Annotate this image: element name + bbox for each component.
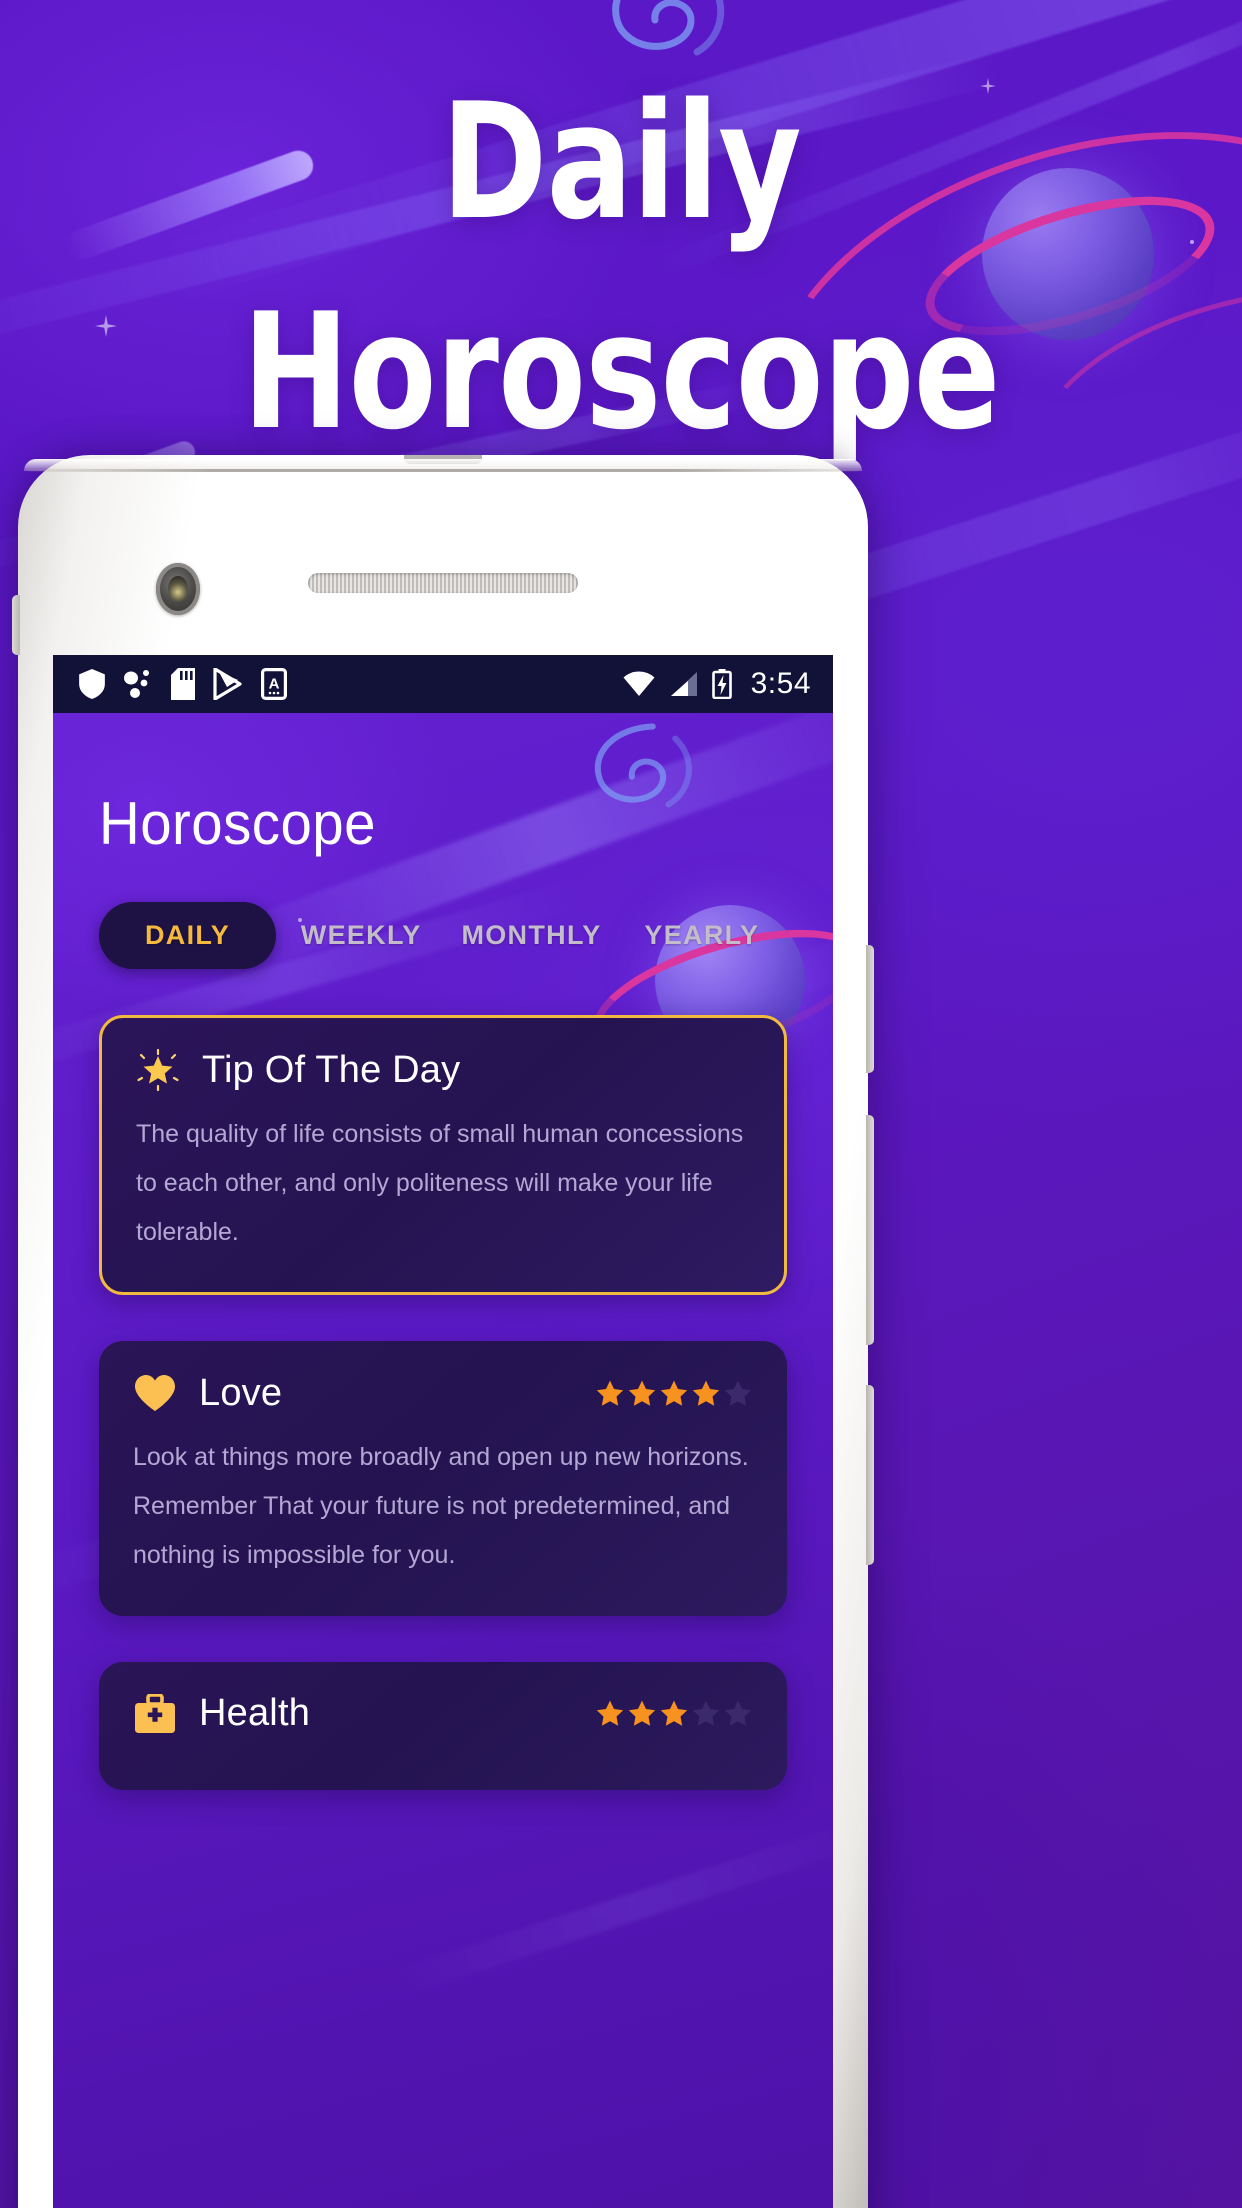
earpiece-speaker [308, 573, 578, 593]
card-title: Health [199, 1692, 311, 1734]
card-tip-of-the-day[interactable]: Tip Of The Day The quality of life consi… [99, 1015, 787, 1296]
star-icon [692, 1380, 720, 1406]
app-content: Horoscope DAILY WEEKLY MONTHLY YEARLY Ti… [53, 713, 833, 2208]
star-icon [596, 1380, 624, 1406]
app-background-streak [381, 1813, 833, 2001]
card-love[interactable]: Love Look at things more broadly and ope… [99, 1341, 787, 1616]
status-bar-right-icons: 3:54 [622, 667, 811, 701]
tab-yearly[interactable]: YEARLY [640, 920, 763, 951]
phone-seam [28, 469, 858, 472]
cellular-signal-icon [670, 672, 697, 696]
headline-line-1: Daily [441, 68, 802, 255]
phone-mockup: A 3:54 Horoscope DAILY WEEKLY MONTHLY YE… [12, 455, 874, 2208]
page-title: Horoscope [99, 790, 376, 857]
star-icon [628, 1380, 656, 1406]
star-icon [724, 1380, 752, 1406]
promo-screenshot: Daily Horoscope A 3:54 Horoscope DAILY W… [0, 0, 1242, 2208]
card-header: Health [133, 1692, 753, 1736]
status-bar-left-icons: A [79, 668, 287, 700]
battery-charging-icon [711, 669, 732, 699]
status-bar-clock: 3:54 [750, 667, 811, 700]
promo-headline: Daily Horoscope [0, 68, 1242, 465]
card-header: Tip Of The Day [136, 1048, 750, 1092]
a-app-icon: A [261, 668, 287, 700]
star-icon [660, 1700, 688, 1726]
galaxy-spiral-icon [612, 0, 725, 56]
star-icon [628, 1700, 656, 1726]
phone-screen: A 3:54 Horoscope DAILY WEEKLY MONTHLY YE… [53, 655, 833, 2208]
card-title: Tip Of The Day [202, 1048, 461, 1091]
volume-up-button[interactable] [866, 945, 874, 1073]
front-camera-icon [156, 563, 200, 615]
bluetooth-dots-icon [124, 670, 149, 698]
star-icon [724, 1700, 752, 1726]
headline-line-2: Horoscope [242, 278, 1000, 465]
play-store-icon [213, 668, 242, 700]
svg-text:A: A [269, 676, 280, 693]
wifi-icon [623, 671, 655, 696]
star-icon [660, 1380, 688, 1406]
sd-card-icon [171, 668, 195, 700]
card-body-text: Look at things more broadly and open up … [133, 1443, 749, 1569]
heart-icon [133, 1371, 177, 1415]
power-button[interactable] [866, 1385, 874, 1565]
volume-down-button[interactable] [866, 1115, 874, 1345]
tab-monthly[interactable]: MONTHLY [457, 920, 605, 951]
shield-icon [79, 669, 105, 699]
rating-stars-love [595, 1379, 753, 1408]
horoscope-card-list: Tip Of The Day The quality of life consi… [99, 1015, 787, 1800]
star-icon [596, 1700, 624, 1726]
period-tabs: DAILY WEEKLY MONTHLY YEARLY [99, 902, 787, 969]
tab-daily[interactable]: DAILY [99, 902, 277, 969]
card-title: Love [199, 1371, 283, 1414]
rating-stars-health [595, 1699, 753, 1728]
status-bar: A 3:54 [53, 655, 833, 713]
card-body-text: The quality of life consists of small hu… [136, 1120, 744, 1246]
sim-tray [12, 595, 20, 655]
star-icon [692, 1700, 720, 1726]
card-health[interactable]: Health [99, 1661, 787, 1790]
card-header: Love [133, 1371, 753, 1415]
tab-weekly[interactable]: WEEKLY [297, 920, 426, 951]
glowing-star-icon [136, 1048, 180, 1092]
medical-briefcase-icon [133, 1692, 177, 1736]
